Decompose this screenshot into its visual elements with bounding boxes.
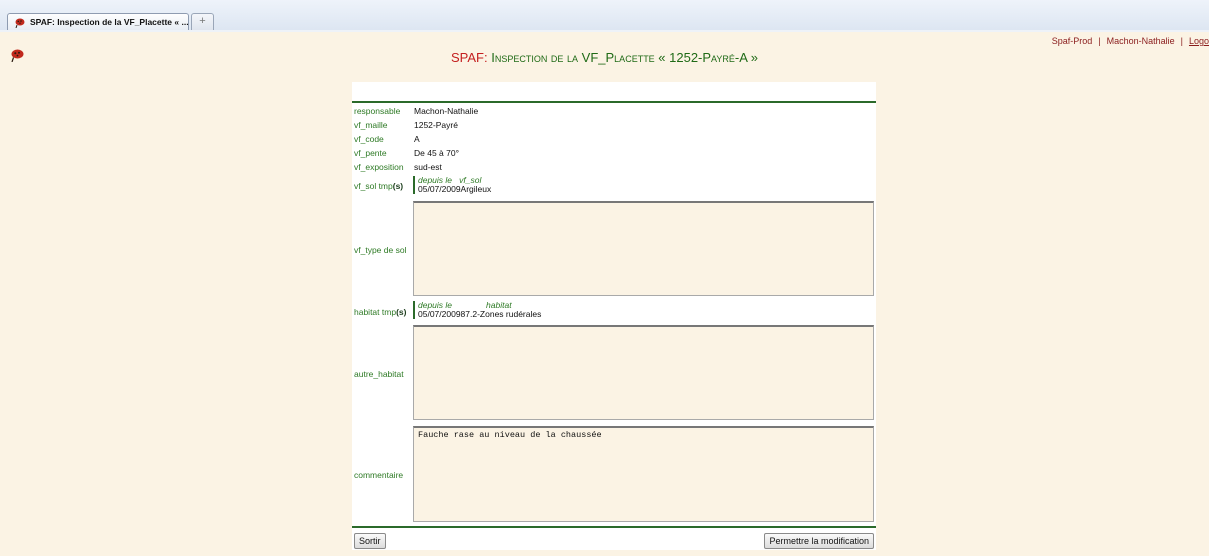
value-vf-exposition: sud-est — [414, 162, 442, 172]
sortir-button[interactable]: Sortir — [354, 533, 386, 549]
label-commentaire: commentaire — [354, 470, 404, 480]
label-vf-maille: vf_maille — [354, 120, 388, 130]
permettre-modification-button[interactable]: Permettre la modification — [764, 533, 874, 549]
sol-history: depuis le vf_sol 05/07/2009Argileux — [413, 176, 491, 194]
page-title: SPAF: Inspection de la VF_Placette « 125… — [0, 50, 1209, 65]
label-vf-sol-tmp-text: vf_sol tmp — [354, 181, 393, 191]
link-logout[interactable]: Logo — [1189, 36, 1209, 46]
page-title-brand: SPAF: — [450, 50, 488, 65]
link-spaf-prod[interactable]: Spaf-Prod — [1052, 36, 1093, 46]
habitat-history-value: 87.2-Zones rudérales — [460, 309, 542, 319]
habitat-history-row: 05/07/200987.2-Zones rudérales — [418, 310, 541, 319]
new-tab-button[interactable]: + — [191, 13, 214, 30]
label-vf-pente: vf_pente — [354, 148, 387, 158]
type-sol-textarea[interactable] — [413, 201, 874, 296]
label-habitat-tmp-text: habitat tmp — [354, 307, 397, 317]
page-title-text: Inspection de la VF_Placette « 1252-Payr… — [491, 50, 759, 65]
value-vf-pente: De 45 à 70° — [414, 148, 459, 158]
label-autre-habitat: autre_habitat — [354, 369, 404, 379]
commentaire-textarea[interactable]: Fauche rase au niveau de la chaussée — [413, 426, 874, 522]
link-user[interactable]: Machon-Nathalie — [1107, 36, 1175, 46]
inspection-form: responsable Machon-Nathalie vf_maille 12… — [352, 82, 876, 550]
label-vf-type-sol: vf_type de sol — [354, 245, 407, 255]
frame-divider — [0, 30, 1209, 32]
value-responsable: Machon-Nathalie — [414, 106, 479, 116]
value-vf-code: A — [414, 134, 420, 144]
sol-history-value: Argileux — [460, 184, 492, 194]
habitat-history-date: 05/07/2009 — [418, 309, 461, 319]
browser-tab-title: SPAF: Inspection de la VF_Placette « ... — [30, 17, 189, 27]
label-vf-code: vf_code — [354, 134, 384, 144]
link-separator: | — [1180, 36, 1183, 46]
browser-tab-bar: SPAF: Inspection de la VF_Placette « ...… — [0, 0, 1209, 31]
label-vf-exposition: vf_exposition — [354, 162, 404, 172]
label-vf-sol-tmp: vf_sol tmp(s) — [354, 181, 403, 191]
label-vf-sol-tmp-suffix: (s) — [392, 181, 404, 191]
form-top-rule — [352, 101, 876, 103]
autre-habitat-textarea[interactable] — [413, 325, 874, 420]
label-habitat-tmp: habitat tmp(s) — [354, 307, 406, 317]
sol-history-date: 05/07/2009 — [418, 184, 461, 194]
form-bottom-rule — [352, 526, 876, 528]
new-tab-icon: + — [199, 15, 206, 27]
browser-tab[interactable]: SPAF: Inspection de la VF_Placette « ... — [7, 13, 189, 30]
spaf-favicon-icon — [15, 18, 25, 28]
user-links: Spaf-Prod | Machon-Nathalie | Logo — [1052, 36, 1209, 46]
sol-history-row: 05/07/2009Argileux — [418, 185, 491, 194]
label-habitat-tmp-suffix: (s) — [396, 307, 407, 317]
value-vf-maille: 1252-Payré — [414, 120, 458, 130]
label-responsable: responsable — [354, 106, 401, 116]
habitat-history: depuis le habitat 05/07/200987.2-Zones ru… — [413, 301, 541, 319]
link-separator: | — [1098, 36, 1101, 46]
